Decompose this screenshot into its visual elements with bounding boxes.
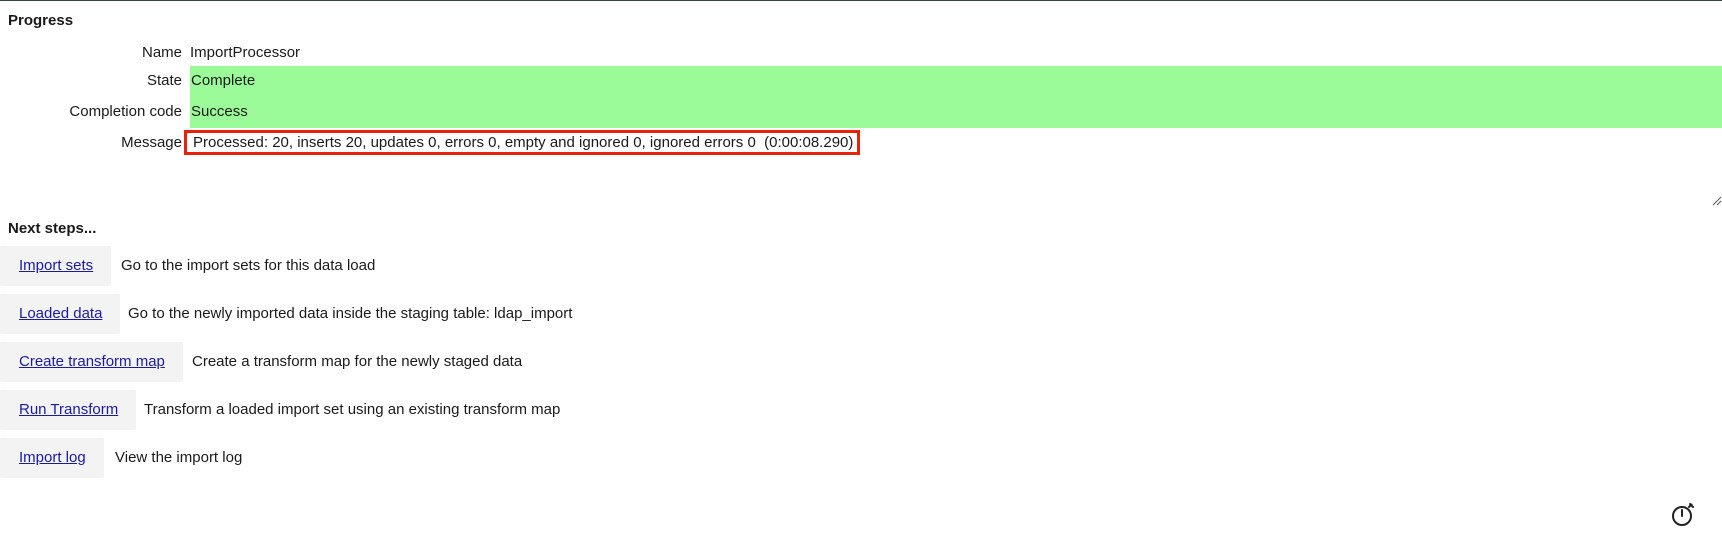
progress-heading: Progress — [8, 12, 74, 29]
import-sets-description: Go to the import sets for this data load — [121, 257, 376, 274]
name-row: Name ImportProcessor — [0, 38, 1722, 68]
resize-grip-icon[interactable] — [1712, 196, 1722, 206]
import-log-button[interactable]: Import log — [0, 438, 104, 478]
loaded-data-button[interactable]: Loaded data — [0, 294, 121, 334]
completion-code-label: Completion code — [69, 103, 182, 120]
create-transform-map-description: Create a transform map for the newly sta… — [192, 353, 523, 370]
message-value: Processed: 20, inserts 20, updates 0, er… — [193, 134, 854, 151]
loaded-data-description: Go to the newly imported data inside the… — [128, 305, 573, 322]
completion-code-value: Success — [191, 103, 248, 120]
name-value: ImportProcessor — [190, 44, 301, 61]
run-transform-button[interactable]: Run Transform — [0, 390, 137, 430]
create-transform-map-button[interactable]: Create transform map — [0, 342, 183, 382]
name-label: Name — [141, 44, 182, 61]
state-status-bar — [190, 66, 1722, 97]
state-label: State — [146, 72, 182, 89]
import-log-description: View the import log — [115, 449, 243, 466]
stopwatch-icon[interactable] — [1670, 502, 1696, 528]
state-value: Complete — [191, 72, 256, 89]
import-sets-button[interactable]: Import sets — [0, 246, 112, 286]
top-divider — [0, 0, 1722, 1]
message-label: Message — [121, 134, 182, 151]
next-steps-heading: Next steps... — [8, 220, 97, 237]
run-transform-description: Transform a loaded import set using an e… — [144, 401, 561, 418]
completion-code-row: Completion code Success — [0, 97, 1722, 128]
state-row: State Complete — [0, 66, 1722, 97]
completion-code-status-bar — [190, 97, 1722, 128]
